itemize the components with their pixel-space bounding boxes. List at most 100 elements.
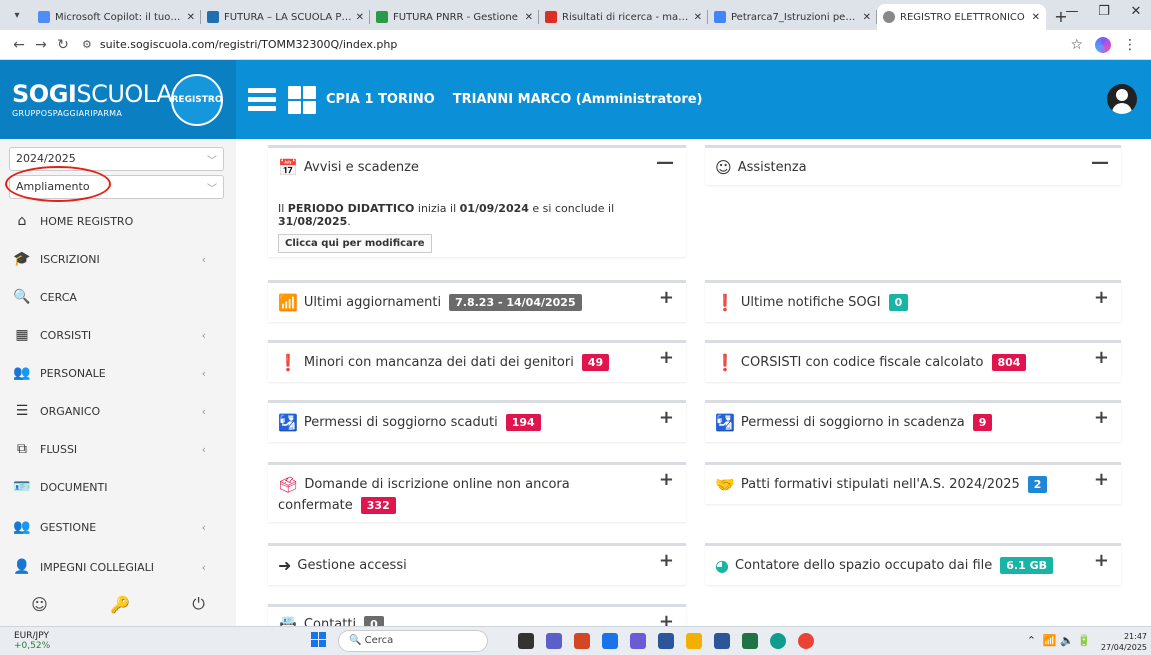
alert-icon: ❗ xyxy=(715,293,735,312)
collapse-icon[interactable]: — xyxy=(1091,152,1109,173)
contact-card-icon: 📇 xyxy=(278,615,298,626)
minimize-icon[interactable]: — xyxy=(1057,4,1087,19)
modifica-periodo-button[interactable]: Clicca qui per modificare xyxy=(278,234,432,253)
task-view-icon[interactable] xyxy=(518,633,534,649)
panel-permessi-scaduti[interactable]: 🛂 Permessi di soggiorno scaduti 194 + xyxy=(268,400,686,442)
logo[interactable]: SOGISCUOLA GRUPPOSPAGGIARIPARMA REGISTRO xyxy=(0,60,236,139)
expand-icon[interactable]: + xyxy=(1094,550,1109,571)
browser-tab[interactable]: Microsoft Copilot: il tuo co ✕ xyxy=(32,4,201,30)
power-icon[interactable]: ⏻ xyxy=(192,594,205,614)
site-info-icon[interactable]: ⚙ xyxy=(82,38,92,51)
chevron-left-icon: ‹ xyxy=(201,328,206,342)
tab-close-icon[interactable]: ✕ xyxy=(694,12,702,23)
id-card-icon: 🪪 xyxy=(13,479,31,495)
back-icon[interactable]: ← xyxy=(8,37,30,53)
taskbar-search-input[interactable]: 🔍 Cerca xyxy=(338,630,488,652)
user-avatar-icon[interactable] xyxy=(1107,84,1137,114)
sidebar-item-organico[interactable]: ☰ ORGANICO ‹ xyxy=(0,393,236,429)
expand-icon[interactable]: + xyxy=(659,407,674,428)
collapse-icon[interactable]: — xyxy=(656,152,674,173)
chrome-icon[interactable] xyxy=(798,633,814,649)
restore-icon[interactable]: ❐ xyxy=(1089,4,1119,19)
tab-favicon-icon xyxy=(38,11,50,23)
reload-icon[interactable]: ↻ xyxy=(52,37,74,53)
expand-icon[interactable]: + xyxy=(659,287,674,308)
browser-tab[interactable]: Petrarca7_Istruzioni per sc ✕ xyxy=(708,4,877,30)
support-icon[interactable]: ☺ xyxy=(31,595,48,614)
panel-contatti[interactable]: 📇 Contatti 0 + xyxy=(268,604,686,626)
panel-domande-iscrizione[interactable]: 🗳 Domande di iscrizione online non ancora… xyxy=(268,462,686,522)
alert-icon: ❗ xyxy=(278,353,298,372)
sidebar-item-cerca[interactable]: 🔍 CERCA xyxy=(0,279,236,315)
expand-icon[interactable]: + xyxy=(1094,287,1109,308)
tab-favicon-icon xyxy=(883,11,895,23)
panel-ultimi-aggiornamenti[interactable]: 📶 Ultimi aggiornamenti 7.8.23 - 14/04/2025… xyxy=(268,280,686,322)
sidebar-item-personale[interactable]: 👥 PERSONALE ‹ xyxy=(0,355,236,391)
sidebar-item-corsisti[interactable]: ▦ CORSISTI ‹ xyxy=(0,317,236,353)
panel-assistenza: ☺ Assistenza — xyxy=(705,145,1121,185)
powerpoint-icon[interactable] xyxy=(574,633,590,649)
logo-bold-text: SOGI xyxy=(12,79,77,108)
windows-start-icon[interactable] xyxy=(311,632,327,648)
ticker-widget[interactable]: EUR/JPY +0,52% xyxy=(14,631,50,651)
forward-icon[interactable]: → xyxy=(30,37,52,53)
clock[interactable]: 21:47 27/04/2025 xyxy=(1101,631,1147,653)
expand-icon[interactable]: + xyxy=(1094,347,1109,368)
file-explorer-icon[interactable] xyxy=(686,633,702,649)
browser-tab[interactable]: Risultati di ricerca - marco ✕ xyxy=(539,4,708,30)
hamburger-menu-icon[interactable] xyxy=(248,84,276,115)
tab-search-icon[interactable]: ▾ xyxy=(6,4,28,26)
expand-icon[interactable]: + xyxy=(659,611,674,626)
tab-close-icon[interactable]: ✕ xyxy=(863,12,871,23)
key-icon[interactable]: 🔑 xyxy=(110,595,130,614)
count-badge: 0 xyxy=(888,294,909,311)
storage-badge: 6.1 GB xyxy=(1000,557,1053,574)
browser-tab[interactable]: FUTURA PNRR - Gestione ✕ xyxy=(370,4,539,30)
system-tray[interactable]: ⌃ 📶 🔈 🔋 xyxy=(1027,634,1091,647)
edge-icon[interactable] xyxy=(770,633,786,649)
tab-close-icon[interactable]: ✕ xyxy=(356,12,364,23)
expand-icon[interactable]: + xyxy=(659,347,674,368)
word-icon[interactable] xyxy=(714,633,730,649)
users-gear-icon: 👥 xyxy=(13,519,31,535)
count-badge: 194 xyxy=(505,414,541,431)
teams-icon[interactable] xyxy=(546,633,562,649)
sidebar-item-flussi[interactable]: ⧉ FLUSSI ‹ xyxy=(0,431,236,467)
tab-close-icon[interactable]: ✕ xyxy=(1032,12,1040,23)
school-name[interactable]: CPIA 1 TORINO xyxy=(326,92,435,107)
sidebar-item-impegni-collegiali[interactable]: 👤 IMPEGNI COLLEGIALI ‹ xyxy=(0,549,236,585)
expand-icon[interactable]: + xyxy=(659,469,674,490)
sidebar-item-home-registro[interactable]: ⌂ HOME REGISTRO xyxy=(0,203,236,239)
app-icon[interactable] xyxy=(630,633,646,649)
sidebar-item-documenti[interactable]: 🪪 DOCUMENTI xyxy=(0,469,236,505)
browser-tab[interactable]: FUTURA – LA SCUOLA PER ✕ xyxy=(201,4,370,30)
panel-notifiche-sogi[interactable]: ❗ Ultime notifiche SOGI 0 + xyxy=(705,280,1121,322)
expand-icon[interactable]: + xyxy=(659,550,674,571)
browser-menu-icon[interactable]: ⋮ xyxy=(1123,37,1137,53)
browser-tab-active[interactable]: REGISTRO ELETTRONICO ✕ xyxy=(877,4,1046,30)
excel-icon[interactable] xyxy=(742,633,758,649)
bookmark-star-icon[interactable]: ☆ xyxy=(1070,37,1083,53)
sidebar-item-iscrizioni[interactable]: 🎓 ISCRIZIONI ‹ xyxy=(0,241,236,277)
panel-gestione-accessi[interactable]: ➜ Gestione accessi + xyxy=(268,543,686,585)
apps-grid-icon[interactable] xyxy=(288,85,316,114)
panel-patti-formativi[interactable]: 🤝 Patti formativi stipulati nell'A.S. 202… xyxy=(705,462,1121,504)
copilot-icon[interactable] xyxy=(1095,36,1111,53)
url-input[interactable]: ⚙ suite.sogiscuola.com/registri/TOMM3230… xyxy=(82,34,1070,56)
tab-close-icon[interactable]: ✕ xyxy=(525,12,533,23)
store-icon[interactable] xyxy=(658,633,674,649)
close-window-icon[interactable]: ✕ xyxy=(1121,4,1151,19)
panel-minori[interactable]: ❗ Minori con mancanza dei dati dei genito… xyxy=(268,340,686,382)
panel-contatore-spazio[interactable]: ◕ Contatore dello spazio occupato dai fil… xyxy=(705,543,1121,585)
user-group-icon: 👤 xyxy=(13,559,31,575)
expand-icon[interactable]: + xyxy=(1094,469,1109,490)
panel-avvisi: 📅 Avvisi e scadenze — Il PERIODO DIDATTIC… xyxy=(268,145,686,257)
tab-close-icon[interactable]: ✕ xyxy=(187,12,195,23)
panel-codice-fiscale[interactable]: ❗ CORSISTI con codice fiscale calcolato 80… xyxy=(705,340,1121,382)
mail-icon[interactable] xyxy=(602,633,618,649)
logo-thin-text: SCUOLA xyxy=(76,79,173,108)
expand-icon[interactable]: + xyxy=(1094,407,1109,428)
panel-permessi-scadenza[interactable]: 🛂 Permessi di soggiorno in scadenza 9 + xyxy=(705,400,1121,442)
user-name[interactable]: TRIANNI MARCO (Amministratore) xyxy=(453,92,703,107)
sidebar-item-gestione[interactable]: 👥 GESTIONE ‹ xyxy=(0,509,236,545)
